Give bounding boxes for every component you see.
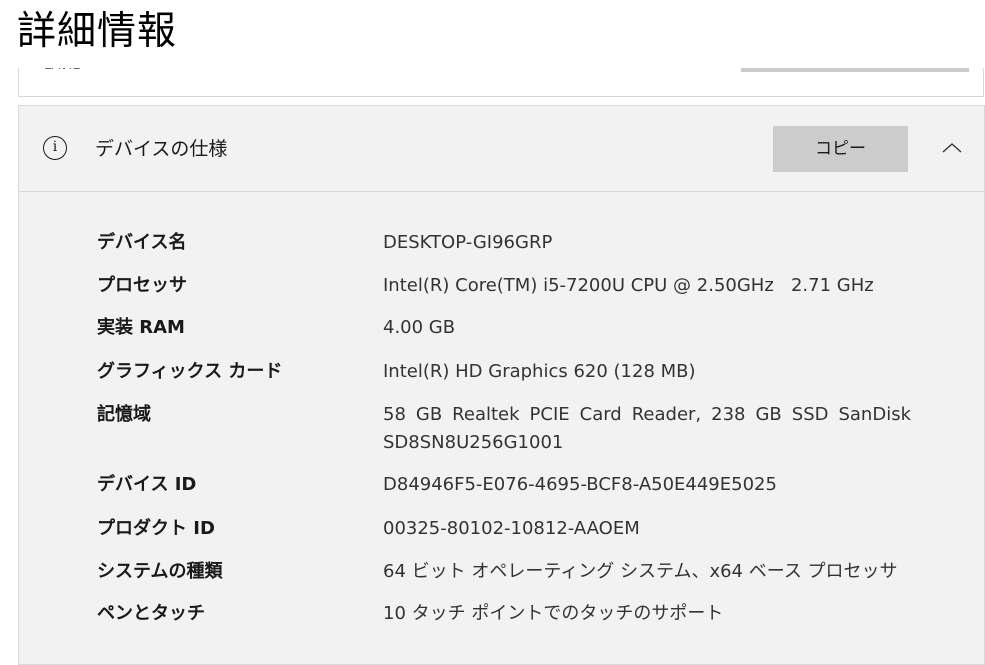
page-title: 詳細情報: [17, 9, 178, 54]
spec-label: ペンとタッチ: [97, 603, 205, 624]
info-icon: i: [43, 136, 67, 160]
spec-value: Intel(R) HD Graphics 620 (128 MB): [383, 361, 696, 382]
spec-value: 4.00 GB: [383, 317, 456, 338]
copy-button[interactable]: コピー: [773, 126, 908, 172]
spec-label: プロセッサ: [97, 275, 187, 296]
chevron-up-icon[interactable]: [937, 136, 967, 160]
spec-value: 10 タッチ ポイントでのタッチのサポート: [383, 603, 724, 624]
spec-value: 00325-80102-10812-AAOEM: [383, 518, 640, 539]
spec-value: 58 GB Realtek PCIE Card Reader, 238 GB S…: [383, 404, 911, 453]
spec-label: デバイス名: [97, 232, 187, 253]
spec-label: 記憶域: [97, 404, 151, 425]
spec-label: グラフィックス カード: [97, 361, 283, 382]
spec-label: 実装 RAM: [97, 317, 185, 338]
spec-value: D84946F5-E076-4695-BCF8-A50E449E5025: [383, 474, 777, 495]
spec-label: システムの種類: [97, 561, 223, 582]
device-specs-title: デバイスの仕様: [95, 138, 228, 160]
device-specs-card: i デバイスの仕様 コピー デバイス名 DESKTOP-GI96GRP プロセッ…: [18, 105, 985, 665]
spec-label: デバイス ID: [97, 474, 197, 495]
spec-value: DESKTOP-GI96GRP: [383, 232, 553, 253]
spec-value: 64 ビット オペレーティング システム、x64 ベース プロセッサ: [383, 561, 898, 582]
spec-value: Intel(R) Core(TM) i5-7200U CPU @ 2.50GHz…: [383, 275, 874, 296]
spec-label: プロダクト ID: [97, 518, 215, 539]
device-specs-header[interactable]: i デバイスの仕様 コピー: [19, 106, 984, 192]
